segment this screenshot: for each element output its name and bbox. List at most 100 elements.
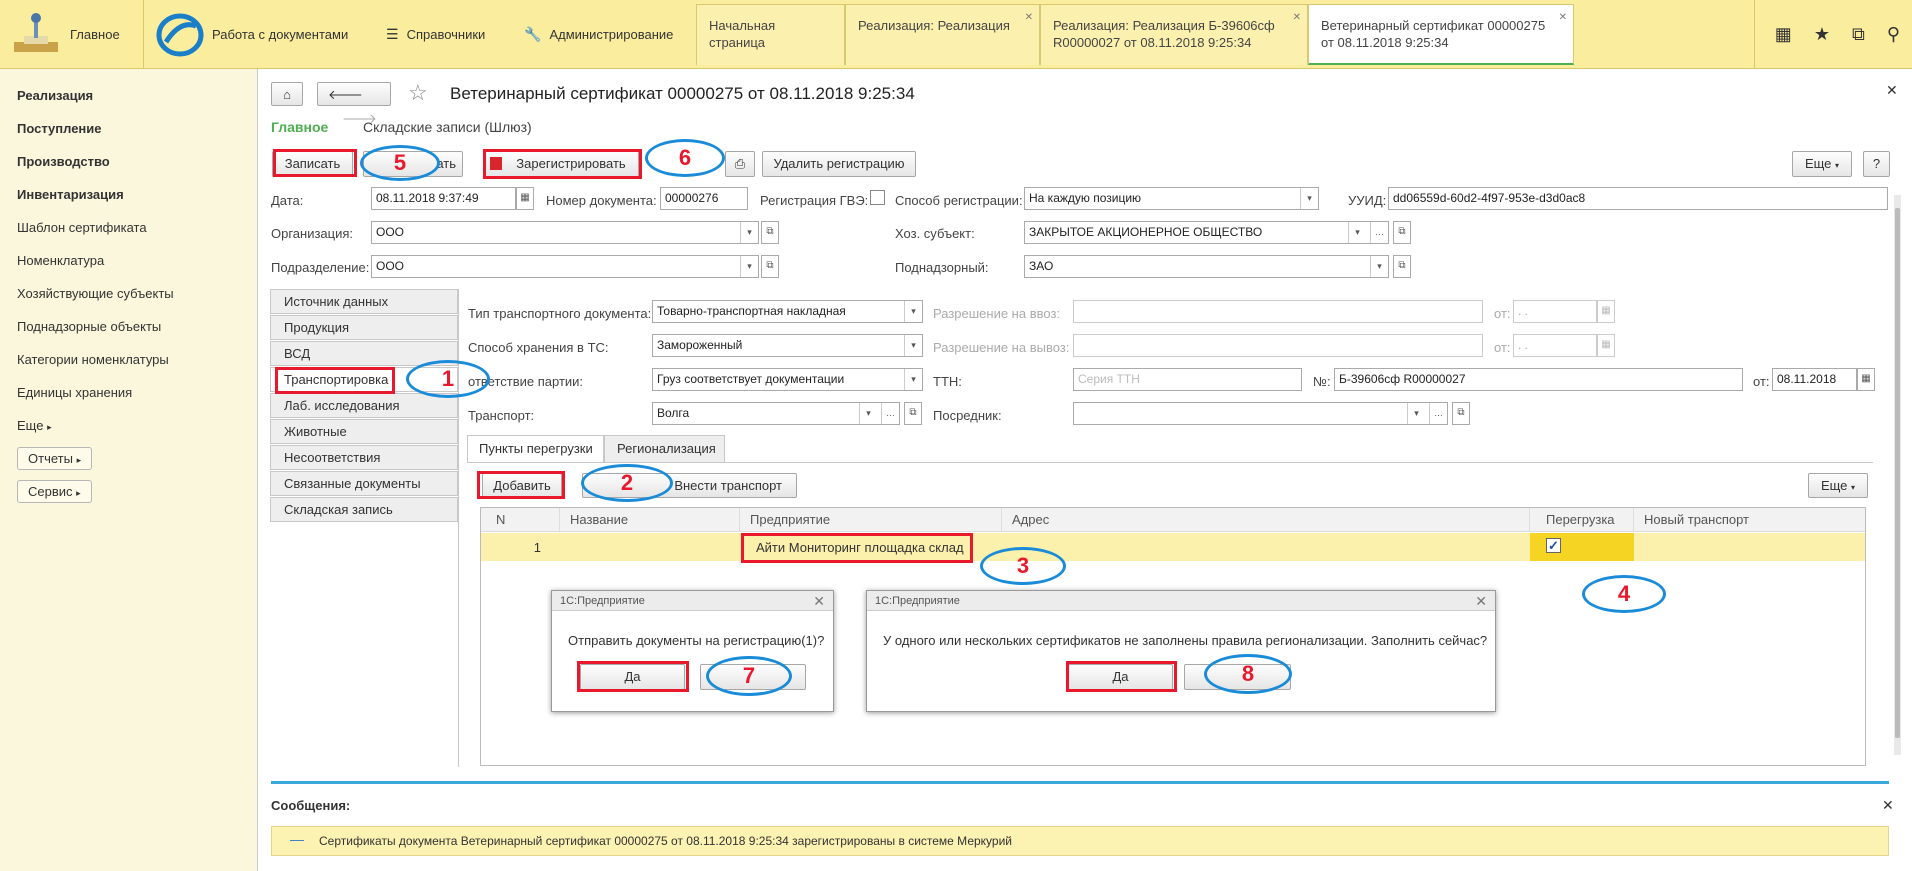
tab-start-page[interactable]: Начальная страница	[696, 4, 845, 65]
close-messages-icon[interactable]: ✕	[1882, 797, 1894, 814]
col-new-transport[interactable]: Новый транспорт	[1634, 508, 1864, 532]
apps-grid-icon[interactable]: ▦	[1775, 24, 1792, 45]
sidetab-mismatch[interactable]: Несоответствия	[270, 445, 458, 470]
home-nav-button[interactable]: ⌂	[271, 82, 303, 106]
export-date-field[interactable]: . .	[1513, 334, 1597, 357]
gvz-checkbox[interactable]	[870, 190, 885, 205]
calendar-icon[interactable]: ▦	[1597, 300, 1615, 323]
subject-select[interactable]: ЗАКРЫТОЕ АКЦИОНЕРНОЕ ОБЩЕСТВО ▾…	[1024, 221, 1389, 244]
transshipment-checkbox[interactable]: ✓	[1546, 538, 1561, 553]
chevron-down-icon[interactable]: ▾	[904, 301, 922, 322]
docnum-field[interactable]: 00000276	[660, 187, 748, 210]
match-select[interactable]: Груз соответствует документации ▾	[652, 368, 923, 391]
nav-item[interactable]: Шаблон сертификата	[17, 220, 147, 235]
ellipsis-icon[interactable]: …	[1429, 403, 1447, 424]
close-icon[interactable]: ✕	[813, 591, 825, 611]
col-enterprise[interactable]: Предприятие	[740, 508, 1002, 532]
message-item[interactable]: — Сертификаты документа Ветеринарный сер…	[271, 826, 1889, 856]
org-select[interactable]: ООО ▾	[371, 221, 759, 244]
sidetab-products[interactable]: Продукция	[270, 315, 458, 340]
back-forward-buttons[interactable]: 🡐 🡒	[317, 82, 391, 126]
service-button[interactable]: Сервис ▸	[17, 480, 92, 503]
nav-item[interactable]: Поднадзорные объекты	[17, 319, 161, 334]
nav-item[interactable]: Инвентаризация	[17, 187, 124, 202]
sidetab-source[interactable]: Источник данных	[270, 289, 458, 314]
storage-select[interactable]: Замороженный ▾	[652, 334, 923, 357]
history-icon[interactable]: ⧉	[1852, 24, 1865, 45]
calendar-icon[interactable]: ▦	[1857, 368, 1875, 391]
col-address[interactable]: Адрес	[1002, 508, 1530, 532]
search-icon[interactable]: ⚲	[1887, 24, 1900, 45]
favorite-star-icon[interactable]: ☆	[408, 80, 428, 106]
table-row[interactable]	[481, 533, 1865, 561]
star-icon[interactable]: ★	[1814, 24, 1830, 45]
nav-item[interactable]: Категории номенклатуры	[17, 352, 169, 367]
help-button[interactable]: ?	[1863, 151, 1890, 177]
ttn-series-field[interactable]: Серия ТТН	[1073, 368, 1302, 391]
calendar-icon[interactable]: ▦	[1597, 334, 1615, 357]
tab-main[interactable]: Главное	[271, 119, 328, 135]
nav-item[interactable]: Хозяйствующие субъекты	[17, 286, 174, 301]
chevron-down-icon[interactable]: ▾	[904, 369, 922, 390]
sidetab-warehouse[interactable]: Складская запись	[270, 497, 458, 522]
vehicle-select[interactable]: Волга ▾…	[652, 402, 900, 425]
subtab-transshipment[interactable]: Пункты перегрузки	[467, 435, 604, 463]
chevron-down-icon[interactable]: ▾	[904, 335, 922, 356]
close-icon[interactable]: ✕	[1475, 591, 1487, 611]
sidetab-animals[interactable]: Животные	[270, 419, 458, 444]
close-icon[interactable]: ✕	[1293, 9, 1301, 26]
more-button[interactable]: Еще ▾	[1792, 151, 1852, 177]
close-form-icon[interactable]: ✕	[1886, 82, 1898, 99]
chevron-down-icon[interactable]: ▾	[859, 403, 877, 424]
chevron-down-icon[interactable]: ▾	[1370, 256, 1388, 277]
date-field[interactable]: 08.11.2018 9:37:49	[371, 187, 516, 210]
table-more-button[interactable]: Еще ▾	[1808, 473, 1868, 498]
calendar-icon[interactable]: ▦	[516, 187, 534, 210]
refs-section[interactable]: ☰ Справочники	[386, 0, 485, 69]
print-button[interactable]: ⎙	[725, 151, 755, 177]
tab-sale[interactable]: ✕ Реализация: Реализация	[845, 4, 1040, 65]
chevron-down-icon[interactable]: ▾	[740, 256, 758, 277]
export-field[interactable]	[1073, 334, 1483, 357]
nav-item[interactable]: Реализация	[17, 88, 93, 103]
tab-vet-cert[interactable]: ✕ Ветеринарный сертификат 00000275 от 08…	[1308, 4, 1574, 65]
nav-item[interactable]: Номенклатура	[17, 253, 104, 268]
close-icon[interactable]: ✕	[1025, 9, 1033, 26]
open-icon[interactable]: ⧉	[1452, 402, 1470, 425]
import-date-field[interactable]: . .	[1513, 300, 1597, 323]
chevron-down-icon[interactable]: ▾	[1300, 188, 1318, 209]
ttn-number-field[interactable]: Б-39606сф R00000027	[1334, 368, 1743, 391]
chevron-down-icon[interactable]: ▾	[1348, 222, 1366, 243]
open-icon[interactable]: ⧉	[761, 221, 779, 244]
scrollbar-thumb[interactable]	[1895, 208, 1900, 738]
uuid-field[interactable]: dd06559d-60d2-4f97-953e-d3d0ac8	[1388, 187, 1888, 210]
broker-select[interactable]: ▾…	[1073, 402, 1448, 425]
ellipsis-icon[interactable]: …	[881, 403, 899, 424]
open-icon[interactable]: ⧉	[1393, 255, 1411, 278]
nav-item[interactable]: Поступление	[17, 121, 102, 136]
col-transshipment[interactable]: Перегрузка	[1530, 508, 1634, 532]
sidetab-related[interactable]: Связанные документы	[270, 471, 458, 496]
close-icon[interactable]: ✕	[1559, 9, 1567, 26]
chevron-down-icon[interactable]: ▾	[740, 222, 758, 243]
nav-item[interactable]: Производство	[17, 154, 110, 169]
nav-more[interactable]: Еще ▸	[17, 418, 52, 433]
supervised-select[interactable]: ЗАО ▾	[1024, 255, 1389, 278]
subtab-regionalization[interactable]: Регионализация	[604, 435, 725, 463]
tab-warehouse[interactable]: Складские записи (Шлюз)	[363, 119, 532, 135]
open-icon[interactable]: ⧉	[761, 255, 779, 278]
import-field[interactable]	[1073, 300, 1483, 323]
tab-sale-doc[interactable]: ✕ Реализация: Реализация Б-39606сф R0000…	[1040, 4, 1308, 65]
sidetab-lab[interactable]: Лаб. исследования	[270, 393, 458, 418]
doctype-select[interactable]: Товарно-транспортная накладная ▾	[652, 300, 923, 323]
nav-item[interactable]: Единицы хранения	[17, 385, 132, 400]
docs-section[interactable]: Работа с документами	[143, 0, 363, 69]
open-icon[interactable]: ⧉	[1393, 221, 1411, 244]
reports-button[interactable]: Отчеты ▸	[17, 447, 93, 470]
ellipsis-icon[interactable]: …	[1370, 222, 1388, 243]
col-n[interactable]: N	[481, 508, 560, 532]
chevron-down-icon[interactable]: ▾	[1407, 403, 1425, 424]
open-icon[interactable]: ⧉	[904, 402, 922, 425]
arrow-left-icon[interactable]: 🡐	[328, 87, 363, 102]
unregister-button[interactable]: Удалить регистрацию	[762, 151, 916, 177]
